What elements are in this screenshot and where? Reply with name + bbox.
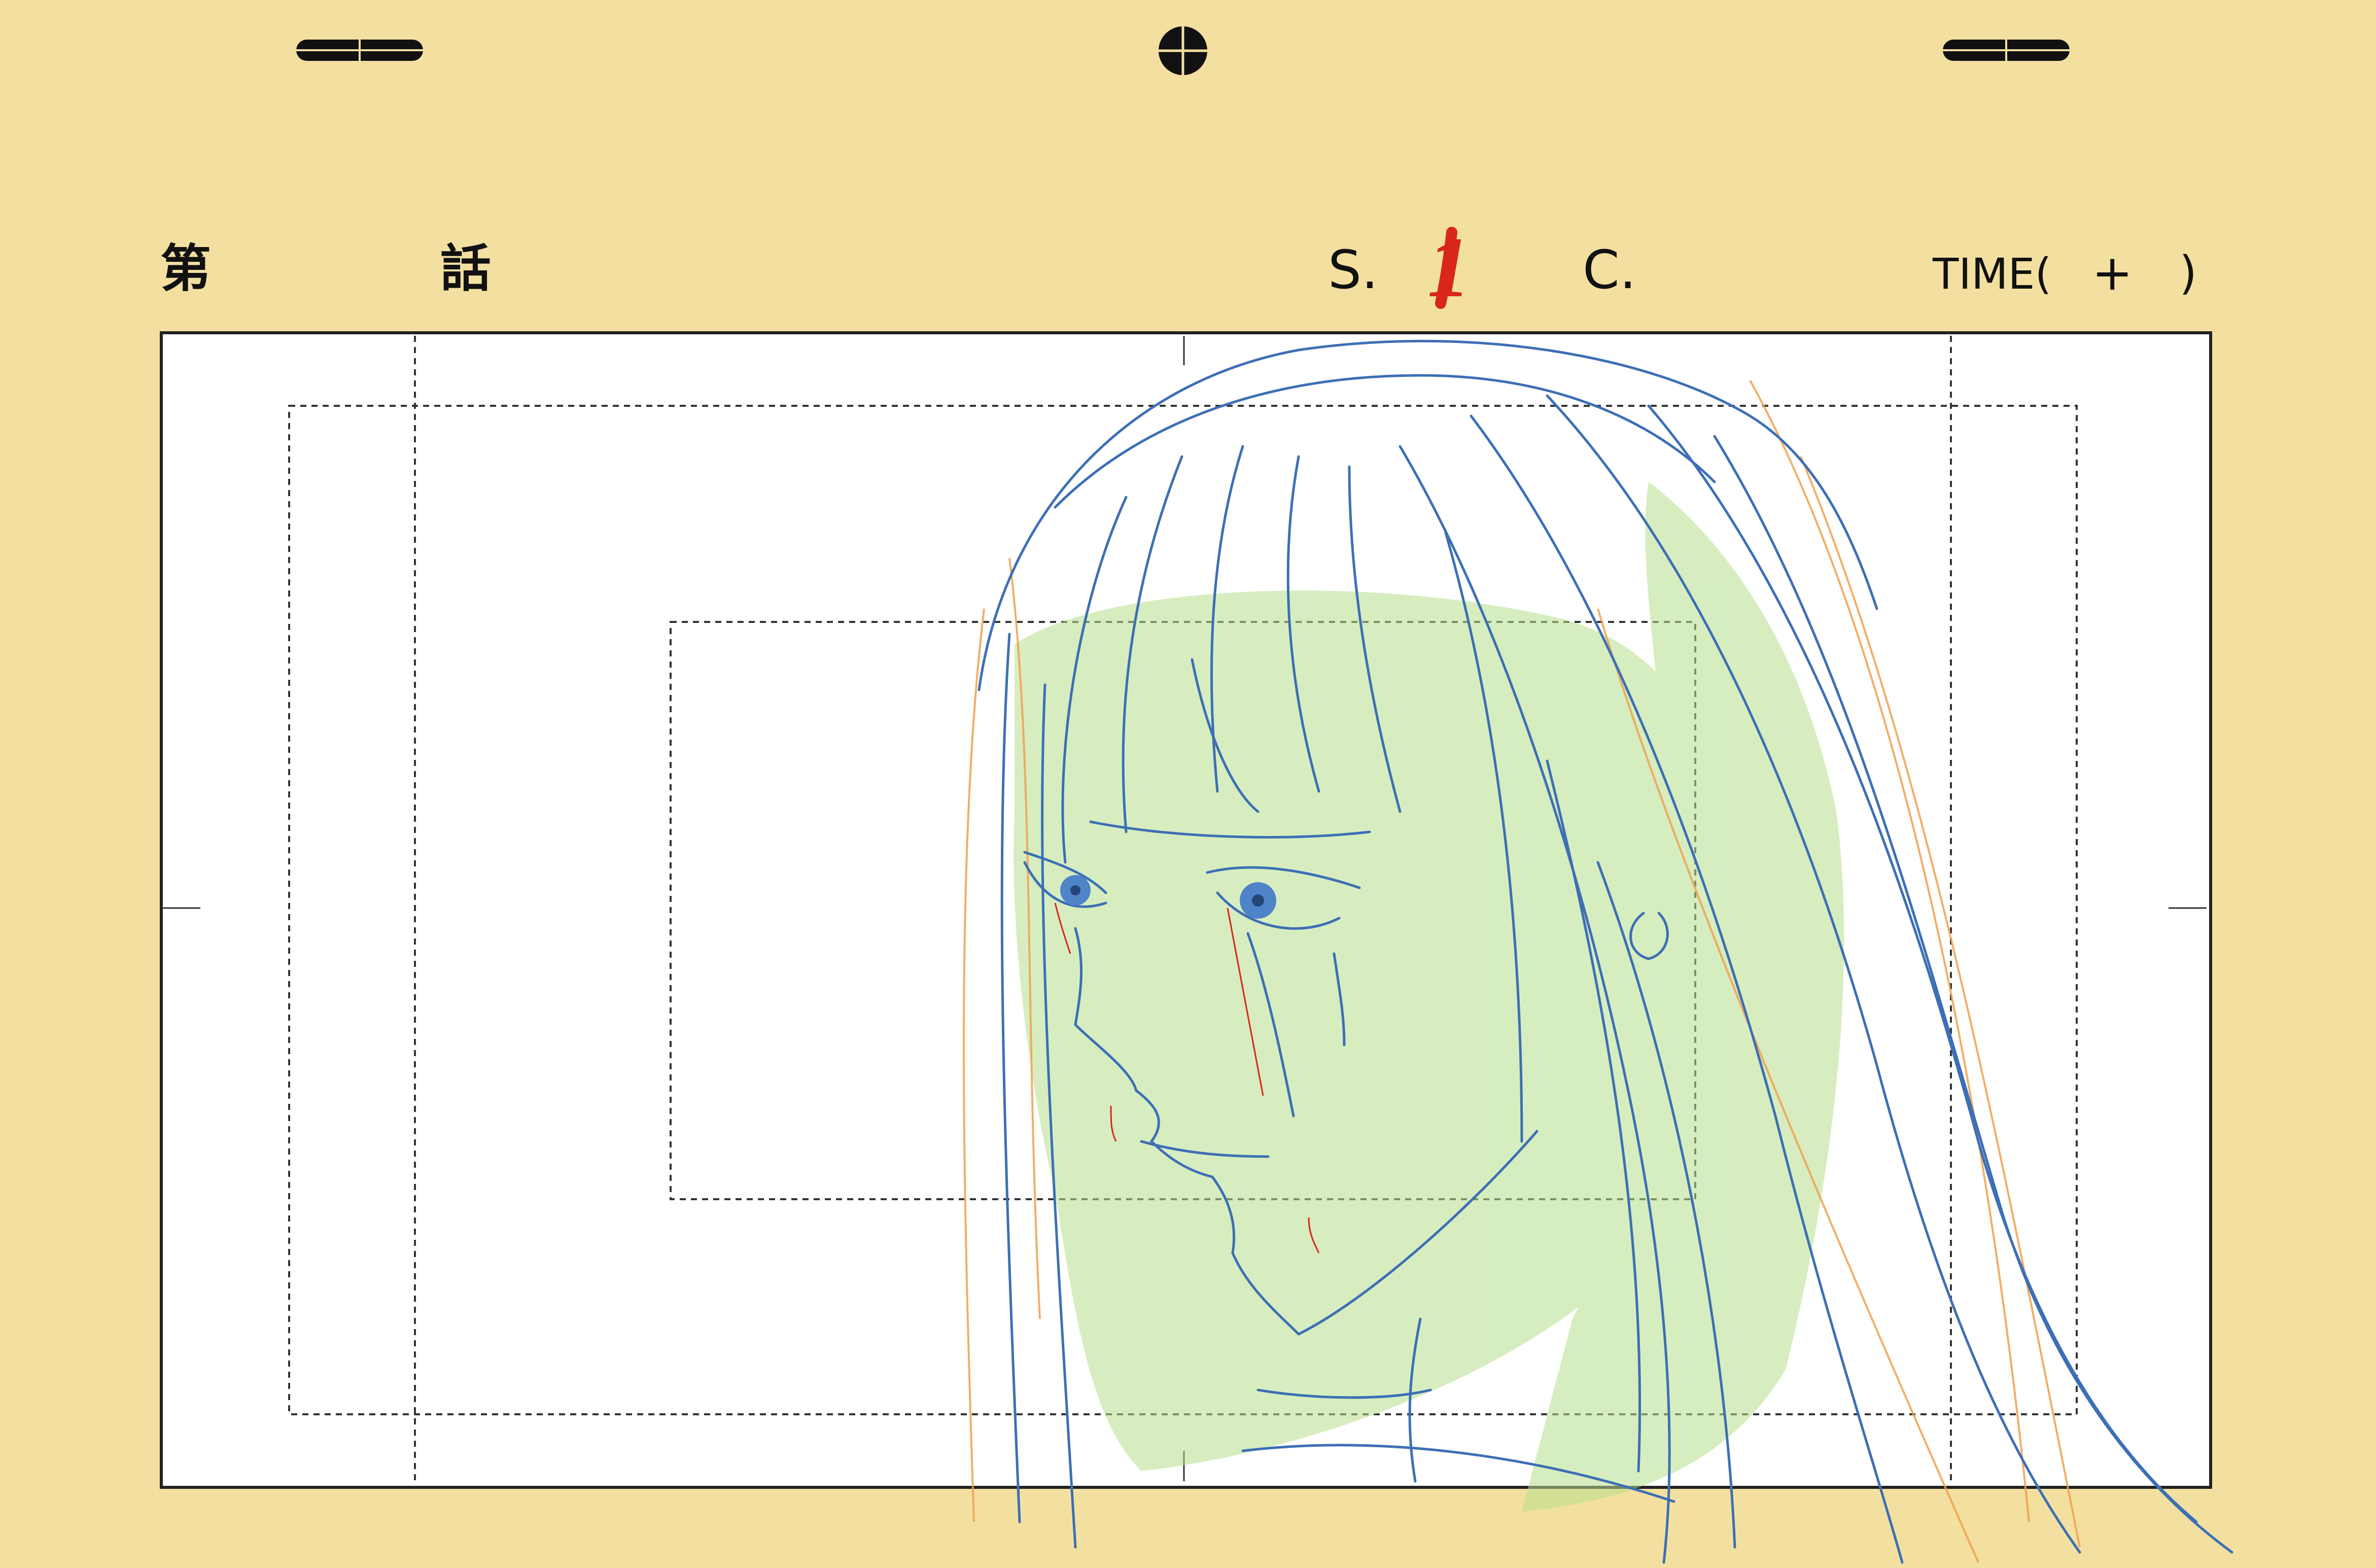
scene-number: 1 <box>1427 220 1471 315</box>
cut-label: C. <box>1583 239 1636 301</box>
layout-frame <box>160 331 2212 1489</box>
episode-suffix-label: 話 <box>440 239 491 298</box>
peg-hole-left-icon <box>296 40 423 61</box>
episode-prefix-label: 第 <box>160 239 211 298</box>
time-open-label: TIME( <box>1933 249 2052 299</box>
time-plus-label: + <box>2092 245 2133 301</box>
peg-hole-center-icon <box>1159 26 1207 75</box>
time-close-label: ) <box>2179 247 2197 300</box>
peg-hole-right-icon <box>1943 40 2070 61</box>
scene-label: S. <box>1328 239 1379 301</box>
